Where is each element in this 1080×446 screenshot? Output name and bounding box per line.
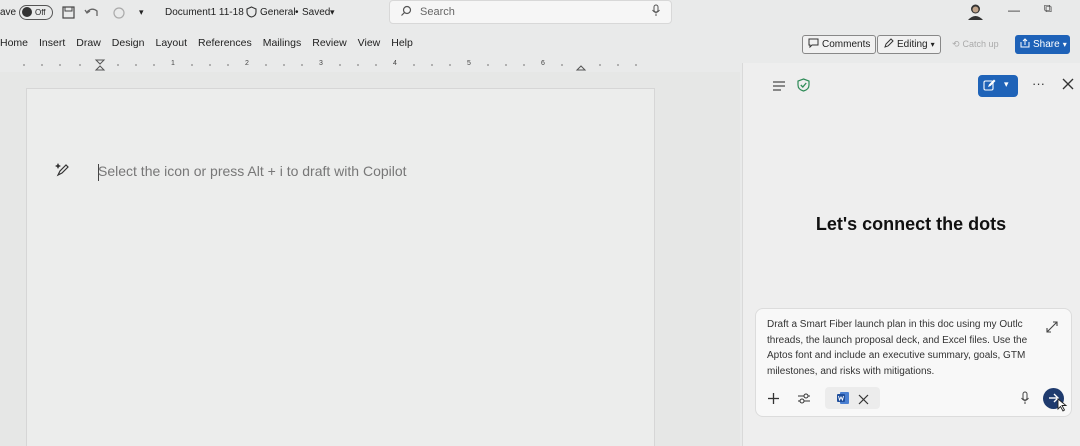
catchup-icon: ⟲ — [952, 38, 960, 49]
separator-dot: • — [295, 6, 299, 18]
ribbon-tabs: Home Insert Draw Design Layout Reference… — [0, 37, 424, 49]
expand-icon[interactable] — [1046, 320, 1058, 338]
microphone-icon[interactable] — [651, 4, 661, 20]
document-name[interactable]: Document1 11-18 — [165, 0, 244, 24]
add-icon[interactable] — [767, 392, 780, 410]
catchup-label: Catch up — [962, 39, 999, 49]
chevron-down-icon: ▾ — [1062, 40, 1067, 49]
document-page[interactable] — [26, 88, 655, 446]
chevron-down-icon[interactable]: ▾ — [330, 0, 335, 24]
autosave-switch[interactable]: Off — [19, 4, 53, 20]
restore-icon[interactable]: ⧉ — [1044, 3, 1052, 16]
share-label: Share — [1033, 39, 1060, 50]
chevron-down-icon: ▾ — [930, 40, 935, 49]
pencil-icon — [883, 37, 894, 52]
tab-review[interactable]: Review — [312, 37, 346, 49]
search-box[interactable]: Search — [389, 0, 672, 24]
tab-references[interactable]: References — [198, 37, 252, 49]
minimize-icon[interactable]: — — [1008, 3, 1020, 17]
tab-mailings[interactable]: Mailings — [263, 37, 302, 49]
sensitivity-label[interactable]: General — [260, 0, 296, 24]
chevron-down-icon[interactable]: ▾ — [1004, 79, 1009, 90]
copilot-heading: Let's connect the dots — [815, 214, 1007, 234]
new-chat-button[interactable]: ▾ — [978, 75, 1018, 97]
editing-mode-button[interactable]: Editing ▾ — [877, 35, 941, 54]
catchup-button[interactable]: ⟲ Catch up — [952, 34, 999, 54]
tab-help[interactable]: Help — [391, 37, 413, 49]
word-file-icon — [836, 391, 850, 410]
prompt-input[interactable]: Draft a Smart Fiber launch plan in this … — [767, 317, 1042, 379]
autosave-toggle[interactable]: Off — [19, 0, 53, 24]
ruler-mark-1: 1 — [171, 60, 175, 67]
search-icon — [400, 5, 412, 20]
close-icon[interactable] — [1062, 77, 1074, 95]
ruler-mark-6: 6 — [541, 60, 545, 67]
editing-label: Editing — [897, 39, 928, 50]
undo-icon[interactable] — [84, 0, 102, 24]
customize-qat-icon[interactable]: ▾ — [139, 0, 144, 24]
avatar[interactable] — [967, 3, 984, 24]
compose-icon — [983, 79, 996, 97]
tab-draw[interactable]: Draw — [76, 37, 101, 49]
protected-shield-icon — [797, 78, 810, 97]
autosave-state: Off — [35, 7, 46, 17]
mouse-cursor-icon — [1057, 398, 1068, 417]
settings-sliders-icon[interactable] — [797, 392, 811, 410]
ruler-mark-4: 4 — [393, 60, 397, 67]
autosave-label: ave — [0, 6, 17, 18]
toggle-knob — [22, 7, 32, 17]
comments-label: Comments — [822, 39, 871, 50]
horizontal-ruler[interactable]: 1 2 3 4 5 6 — [0, 58, 660, 72]
ruler-mark-3: 3 — [319, 60, 323, 67]
ruler-mark-2: 2 — [245, 60, 249, 67]
tab-view[interactable]: View — [358, 37, 381, 49]
share-icon — [1020, 38, 1030, 51]
redo-icon[interactable] — [112, 0, 126, 24]
ruler-mark-5: 5 — [467, 60, 471, 67]
tab-insert[interactable]: Insert — [39, 37, 65, 49]
copilot-hint-text: Select the icon or press Alt + i to draf… — [98, 163, 407, 179]
tab-layout[interactable]: Layout — [155, 37, 187, 49]
sensitivity-shield-icon — [246, 0, 257, 24]
save-status[interactable]: Saved — [302, 0, 330, 24]
tab-design[interactable]: Design — [112, 37, 145, 49]
search-placeholder: Search — [420, 6, 455, 18]
remove-attachment-icon[interactable] — [858, 392, 869, 410]
copilot-draft-icon[interactable] — [55, 162, 71, 183]
more-options-icon[interactable]: ··· — [1032, 76, 1045, 91]
attached-file-chip[interactable] — [825, 387, 880, 409]
share-button[interactable]: Share ▾ — [1015, 35, 1070, 54]
tab-home[interactable]: Home — [0, 37, 28, 49]
save-icon[interactable] — [62, 0, 75, 24]
comment-icon — [808, 38, 819, 51]
menu-icon[interactable] — [772, 79, 786, 97]
microphone-icon[interactable] — [1020, 391, 1030, 410]
comments-button[interactable]: Comments — [802, 35, 877, 54]
